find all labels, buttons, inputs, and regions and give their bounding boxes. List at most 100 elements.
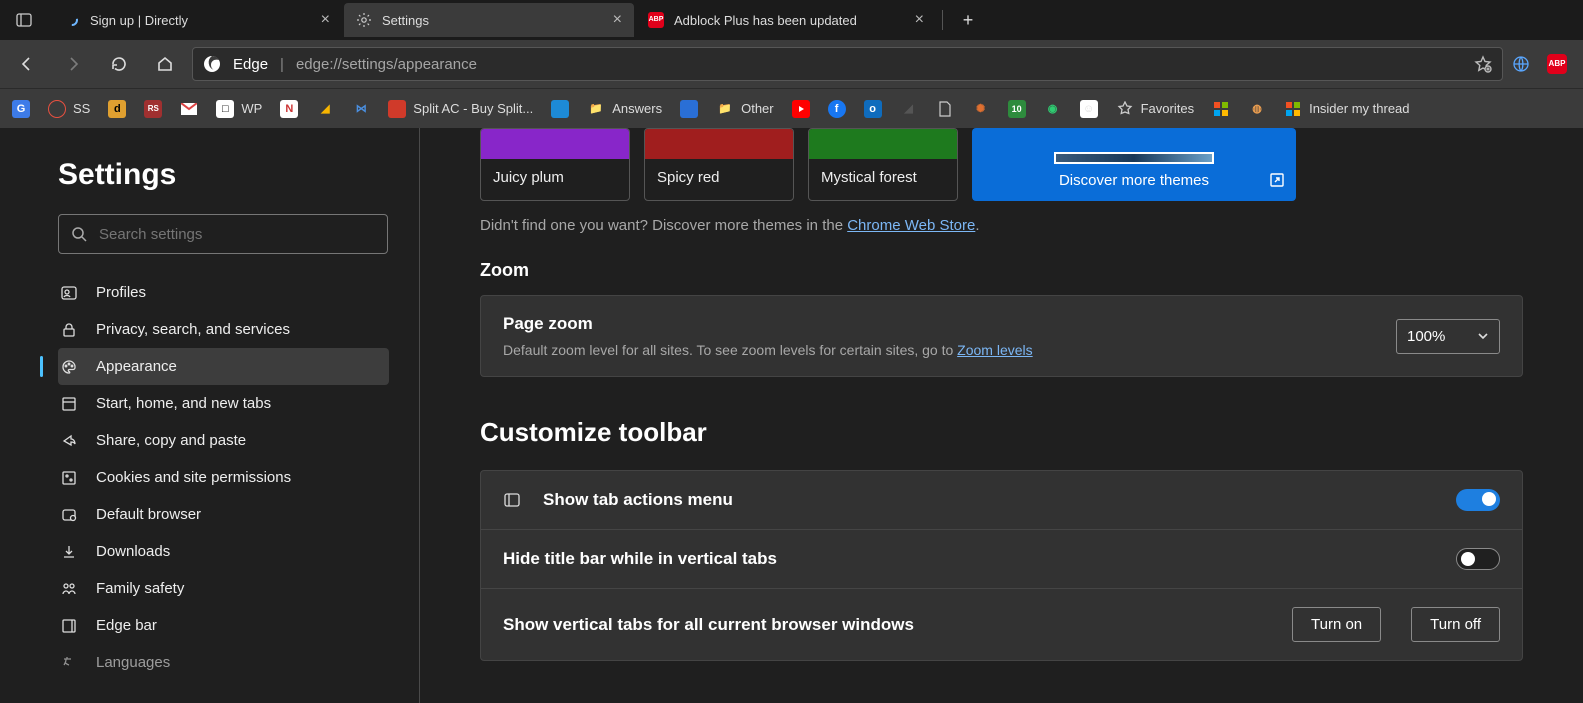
search-settings[interactable] [58,214,388,254]
chrome-web-store-link[interactable]: Chrome Web Store [847,217,975,234]
abp-icon: ABP [648,12,664,28]
discover-themes-card[interactable]: Discover more themes [972,128,1296,201]
tab-actions-icon [503,491,525,509]
bookmark-item[interactable]: ✺ [972,100,990,118]
sidebar-item-family[interactable]: Family safety [58,570,389,607]
sidebar-item-share[interactable]: Share, copy and paste [58,422,389,459]
zoom-heading: Zoom [480,260,1523,281]
bookmark-item[interactable]: RS [144,100,162,118]
toggle-hide-title-bar[interactable] [1456,548,1500,570]
bookmark-item[interactable]: o [864,100,882,118]
folder-icon: 📁 [716,100,734,118]
zoom-dropdown[interactable]: 100% [1396,319,1500,354]
bookmark-item[interactable]: ☺ [1080,100,1098,118]
family-icon [58,581,80,597]
sidebar-item-cookies[interactable]: Cookies and site permissions [58,459,389,496]
search-icon [71,226,87,242]
address-bar[interactable]: Edge | edge://settings/appearance [192,47,1503,81]
youtube-icon [792,100,810,118]
bookmark-item[interactable]: Insider my thread [1284,100,1409,118]
bookmark-item[interactable]: 📁Other [716,100,774,118]
favorite-star-icon[interactable] [1474,55,1492,73]
palette-icon [58,359,80,375]
bookmark-item[interactable]: G [12,100,30,118]
row-tab-actions-menu: Show tab actions menu [481,471,1522,530]
home-button[interactable] [146,45,184,83]
star-icon [1116,100,1134,118]
bookmark-item[interactable]: 📁Answers [587,100,662,118]
back-button[interactable] [8,45,46,83]
file-icon [936,100,954,118]
close-icon[interactable]: × [613,11,622,29]
bookmark-item[interactable] [1212,100,1230,118]
profile-icon [58,285,80,301]
bookmark-item[interactable] [680,100,698,118]
separator [942,10,943,30]
facebook-icon: f [828,100,846,118]
refresh-button[interactable] [100,45,138,83]
gear-icon [356,12,372,28]
sidebar-item-appearance[interactable]: Appearance [58,348,389,385]
whatsapp-icon: ◉ [1044,100,1062,118]
sidebar-item-profiles[interactable]: Profiles [58,274,389,311]
bookmark-item[interactable]: ◍ [1248,100,1266,118]
bookmark-item[interactable]: ⋈ [352,100,370,118]
page-zoom-desc: Default zoom level for all sites. To see… [503,342,1033,358]
bookmark-item[interactable] [936,100,954,118]
cookies-icon [58,470,80,486]
sidebar-item-privacy[interactable]: Privacy, search, and services [58,311,389,348]
separator: | [280,56,284,73]
tab-adblock[interactable]: ABP Adblock Plus has been updated × [636,3,936,37]
customize-card: Show tab actions menu Hide title bar whi… [480,470,1523,661]
theme-juicy-plum[interactable]: Juicy plum [480,128,630,201]
edge-logo-icon [203,55,221,73]
turn-off-button[interactable]: Turn off [1411,607,1500,642]
bookmark-item[interactable]: SS [48,100,90,118]
sidebar-item-edge-bar[interactable]: Edge bar [58,607,389,644]
theme-color [645,129,793,159]
forward-button[interactable] [54,45,92,83]
sidebar-item-default-browser[interactable]: Default browser [58,496,389,533]
bookmark-item[interactable] [551,100,569,118]
theme-mystical-forest[interactable]: Mystical forest [808,128,958,201]
close-icon[interactable]: × [915,11,924,29]
bookmark-item[interactable]: 10 [1008,100,1026,118]
settings-pane: Juicy plum Spicy red Mystical forest Dis… [420,128,1583,703]
search-input[interactable] [99,226,375,243]
bookmark-item[interactable]: Favorites [1116,100,1194,118]
abp-extension-icon[interactable]: ABP [1547,54,1567,74]
row-hide-title-bar: Hide title bar while in vertical tabs [481,530,1522,589]
bookmark-item[interactable]: Split AC - Buy Split... [388,100,533,118]
bookmark-item[interactable]: ◢ [900,100,918,118]
bookmark-item[interactable]: d [108,100,126,118]
globe-icon[interactable] [1511,54,1531,74]
bookmark-item[interactable]: ◢ [316,100,334,118]
sidebar-item-languages[interactable]: Languages [58,644,389,681]
tab-strip: Sign up | Directly × Settings × ABP Adbl… [0,0,1583,40]
outlook-icon: o [864,100,882,118]
gmail-icon [180,100,198,118]
turn-on-button[interactable]: Turn on [1292,607,1381,642]
sidebar-item-downloads[interactable]: Downloads [58,533,389,570]
bookmark-item[interactable]: f [828,100,846,118]
close-icon[interactable]: × [321,11,330,29]
bookmarks-bar: G SS d RS □WP N ◢ ⋈ Split AC - Buy Split… [0,88,1583,128]
theme-color [809,129,957,159]
new-tab-button[interactable]: + [951,3,985,37]
bookmark-item[interactable] [792,100,810,118]
zoom-levels-link[interactable]: Zoom levels [957,342,1032,358]
edgebar-icon [58,618,80,634]
bookmark-item[interactable]: ◉ [1044,100,1062,118]
download-icon [58,544,80,560]
tab-signup[interactable]: Sign up | Directly × [52,3,342,37]
bookmark-item[interactable]: □WP [216,100,262,118]
sidebar-item-start[interactable]: Start, home, and new tabs [58,385,389,422]
address-url: edge://settings/appearance [296,56,477,73]
microsoft-icon [1284,100,1302,118]
tab-actions-icon[interactable] [6,2,42,38]
bookmark-item[interactable] [180,100,198,118]
bookmark-item[interactable]: N [280,100,298,118]
toggle-tab-actions[interactable] [1456,489,1500,511]
tab-settings[interactable]: Settings × [344,3,634,37]
theme-spicy-red[interactable]: Spicy red [644,128,794,201]
